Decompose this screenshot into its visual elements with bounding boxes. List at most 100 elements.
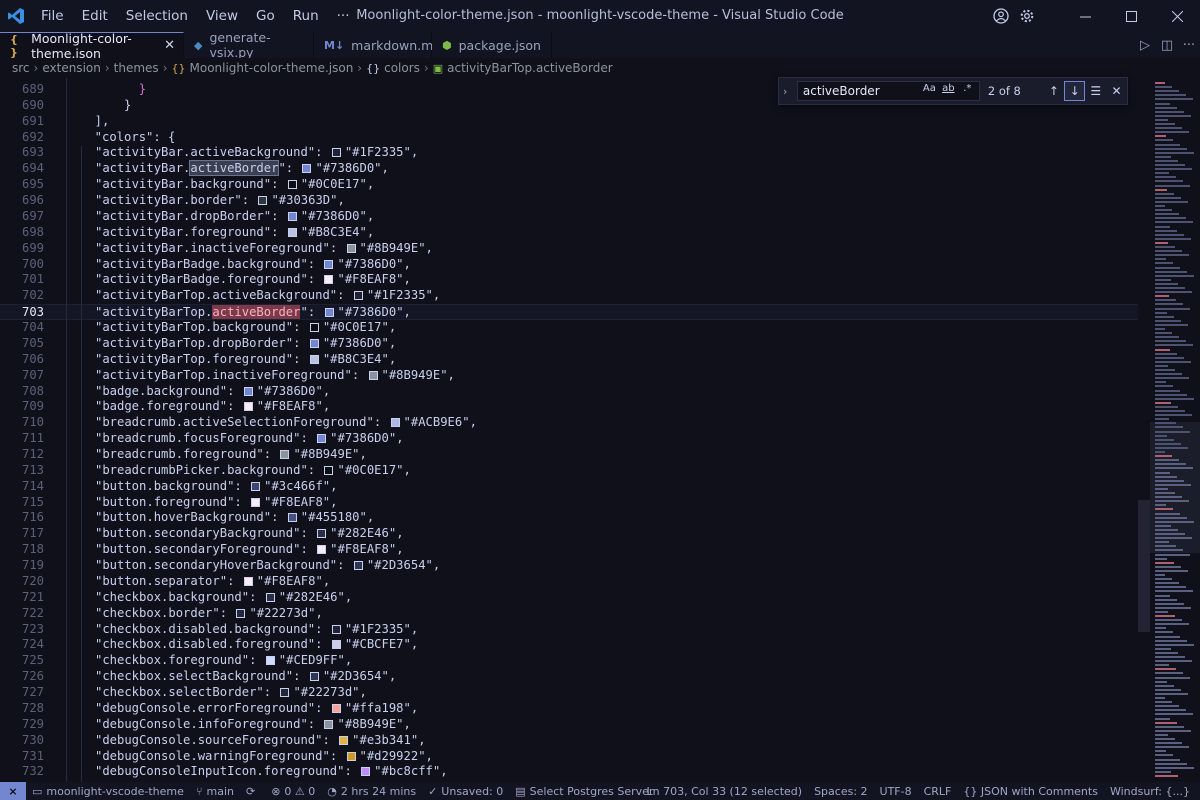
code-line[interactable]: 727 "checkbox.selectBorder": "#22273d", <box>0 685 1138 701</box>
code-line[interactable]: 711 "breadcrumb.focusForeground": "#7386D… <box>0 431 1138 447</box>
color-swatch[interactable] <box>287 513 297 523</box>
code-line[interactable]: 732 "debugConsoleInputIcon.foreground": "… <box>0 764 1138 780</box>
color-swatch[interactable] <box>324 308 334 318</box>
split-editor-icon[interactable]: ◫ <box>1156 38 1178 53</box>
color-swatch[interactable] <box>317 529 327 539</box>
code-line[interactable]: 706 "activityBarTop.foreground": "#B8C3E4… <box>0 352 1138 368</box>
find-input[interactable]: activeBorder Aa ab .* <box>796 81 980 101</box>
code-line[interactable]: 712 "breadcrumb.foreground": "#8B949E", <box>0 447 1138 463</box>
toggle-replace-icon[interactable]: › <box>783 85 797 98</box>
color-swatch[interactable] <box>243 386 253 396</box>
status-right-item-4[interactable]: {} JSON with Comments <box>957 785 1104 798</box>
code-line[interactable]: 724 "checkbox.disabled.foreground": "#CBC… <box>0 637 1138 653</box>
breadcrumb-item[interactable]: themes <box>114 61 159 75</box>
color-swatch[interactable] <box>331 624 341 634</box>
color-swatch[interactable] <box>390 418 400 428</box>
code-line[interactable]: 703 "activityBarTop.activeBorder": "#7386… <box>0 304 1138 321</box>
code-line[interactable]: 722 "checkbox.border": "#22273d", <box>0 606 1138 622</box>
code-line[interactable]: 717 "button.secondaryBackground": "#282E4… <box>0 526 1138 542</box>
code-line[interactable]: 705 "activityBarTop.dropBorder": "#7386D0… <box>0 336 1138 352</box>
menu-item-2[interactable]: Selection <box>117 0 197 32</box>
code-line[interactable]: 723 "checkbox.disabled.background": "#1F2… <box>0 622 1138 638</box>
code-line[interactable]: 694 "activityBar.activeBorder": "#7386D0"… <box>0 160 1138 177</box>
color-swatch[interactable] <box>287 227 297 237</box>
maximize-button[interactable] <box>1108 0 1154 32</box>
remote-indicator[interactable]: ⨯ <box>0 782 26 800</box>
status-item-4[interactable]: ◔ 2 hrs 24 mins <box>321 785 422 798</box>
color-swatch[interactable] <box>331 148 341 158</box>
menu-item-4[interactable]: Go <box>247 0 284 32</box>
color-swatch[interactable] <box>317 545 327 555</box>
color-swatch[interactable] <box>302 164 312 174</box>
menu-item-3[interactable]: View <box>197 0 247 32</box>
status-item-0[interactable]: ▭ moonlight-vscode-theme <box>26 785 190 798</box>
code-line[interactable]: 699 "activityBar.inactiveForeground": "#8… <box>0 241 1138 257</box>
menu-item-5[interactable]: Run <box>284 0 328 32</box>
color-swatch[interactable] <box>317 434 327 444</box>
code-line[interactable]: 697 "activityBar.dropBorder": "#7386D0", <box>0 209 1138 225</box>
breadcrumb-item[interactable]: colors <box>384 61 420 75</box>
find-in-selection-icon[interactable]: ☰ <box>1085 81 1106 101</box>
color-swatch[interactable] <box>309 338 319 348</box>
code-line[interactable]: 714 "button.background": "#3c466f", <box>0 479 1138 495</box>
code-line[interactable]: 700 "activityBarBadge.background": "#7386… <box>0 257 1138 273</box>
color-swatch[interactable] <box>346 243 356 253</box>
color-swatch[interactable] <box>324 259 334 269</box>
close-icon[interactable]: ✕ <box>164 38 175 53</box>
color-swatch[interactable] <box>251 497 261 507</box>
tab-1[interactable]: ◆ generate-vsix.py <box>184 30 314 60</box>
code-line[interactable]: 725 "checkbox.foreground": "#CED9FF", <box>0 653 1138 669</box>
code-line[interactable]: 713 "breadcrumbPicker.background": "#0C0E… <box>0 463 1138 479</box>
color-swatch[interactable] <box>324 465 334 475</box>
code-line[interactable]: 691 ], <box>0 114 1138 130</box>
account-icon[interactable] <box>988 0 1014 32</box>
status-item-6[interactable]: ▤ Select Postgres Server <box>509 785 659 798</box>
match-case-toggle[interactable]: Aa <box>920 83 939 94</box>
tab-2[interactable]: M↓ markdown.md <box>314 32 441 58</box>
color-swatch[interactable] <box>265 592 275 602</box>
minimap[interactable] <box>1150 78 1200 782</box>
color-swatch[interactable] <box>243 576 253 586</box>
close-find-icon[interactable]: ✕ <box>1106 81 1127 101</box>
menu-item-1[interactable]: Edit <box>73 0 117 32</box>
code-line[interactable]: 696 "activityBar.border": "#30363D", <box>0 193 1138 209</box>
status-item-1[interactable]: ⑂ main <box>190 785 240 798</box>
color-swatch[interactable] <box>287 211 297 221</box>
code-line[interactable]: 708 "badge.background": "#7386D0", <box>0 384 1138 400</box>
code-line[interactable]: 702 "activityBarTop.activeBackground": "#… <box>0 288 1138 304</box>
status-item-2[interactable]: ⟳ <box>240 785 265 798</box>
code-line[interactable]: 716 "button.hoverBackground": "#455180", <box>0 510 1138 526</box>
color-swatch[interactable] <box>258 196 268 206</box>
close-window-button[interactable] <box>1154 0 1200 32</box>
code-line[interactable]: 709 "badge.foreground": "#F8EAF8", <box>0 399 1138 415</box>
color-swatch[interactable] <box>324 275 334 285</box>
breadcrumb-item[interactable]: src <box>12 61 30 75</box>
code-line[interactable]: 695 "activityBar.background": "#0C0E17", <box>0 177 1138 193</box>
code-line[interactable]: 730 "debugConsole.sourceForeground": "#e3… <box>0 733 1138 749</box>
minimize-button[interactable] <box>1062 0 1108 32</box>
code-editor[interactable]: 732 "debugConsoleInputIcon.foreground": "… <box>0 78 1150 782</box>
previous-match-button[interactable]: ↑ <box>1044 81 1065 101</box>
status-right-item-0[interactable]: Ln 703, Col 33 (12 selected) <box>641 785 809 798</box>
status-item-3[interactable]: ⊗ 0 ⚠ 0 <box>265 785 321 798</box>
code-line[interactable]: 704 "activityBarTop.background": "#0C0E17… <box>0 320 1138 336</box>
color-swatch[interactable] <box>287 180 297 190</box>
gear-icon[interactable] <box>1014 0 1040 32</box>
tab-0[interactable]: { } Moonlight-color-theme.json ✕ <box>0 31 184 61</box>
code-line[interactable]: 726 "checkbox.selectBackground": "#2D3654… <box>0 669 1138 685</box>
code-line[interactable]: 729 "debugConsole.infoForeground": "#8B94… <box>0 717 1138 733</box>
code-line[interactable]: 692 "colors": { <box>0 130 1138 146</box>
color-swatch[interactable] <box>236 608 246 618</box>
color-swatch[interactable] <box>265 656 275 666</box>
code-line[interactable]: 701 "activityBarBadge.foreground": "#F8EA… <box>0 272 1138 288</box>
code-line[interactable]: 731 "debugConsole.warningForeground": "#d… <box>0 749 1138 765</box>
code-line[interactable]: 715 "button.foreground": "#F8EAF8", <box>0 495 1138 511</box>
status-item-5[interactable]: ✓ Unsaved: 0 <box>422 785 509 798</box>
code-line[interactable]: 719 "button.secondaryHoverBackground": "#… <box>0 558 1138 574</box>
color-swatch[interactable] <box>368 370 378 380</box>
breadcrumb-item[interactable]: extension <box>42 61 101 75</box>
next-match-button[interactable]: ↓ <box>1064 81 1086 101</box>
color-swatch[interactable] <box>339 735 349 745</box>
color-swatch[interactable] <box>331 640 341 650</box>
code-line[interactable]: 720 "button.separator": "#F8EAF8", <box>0 574 1138 590</box>
